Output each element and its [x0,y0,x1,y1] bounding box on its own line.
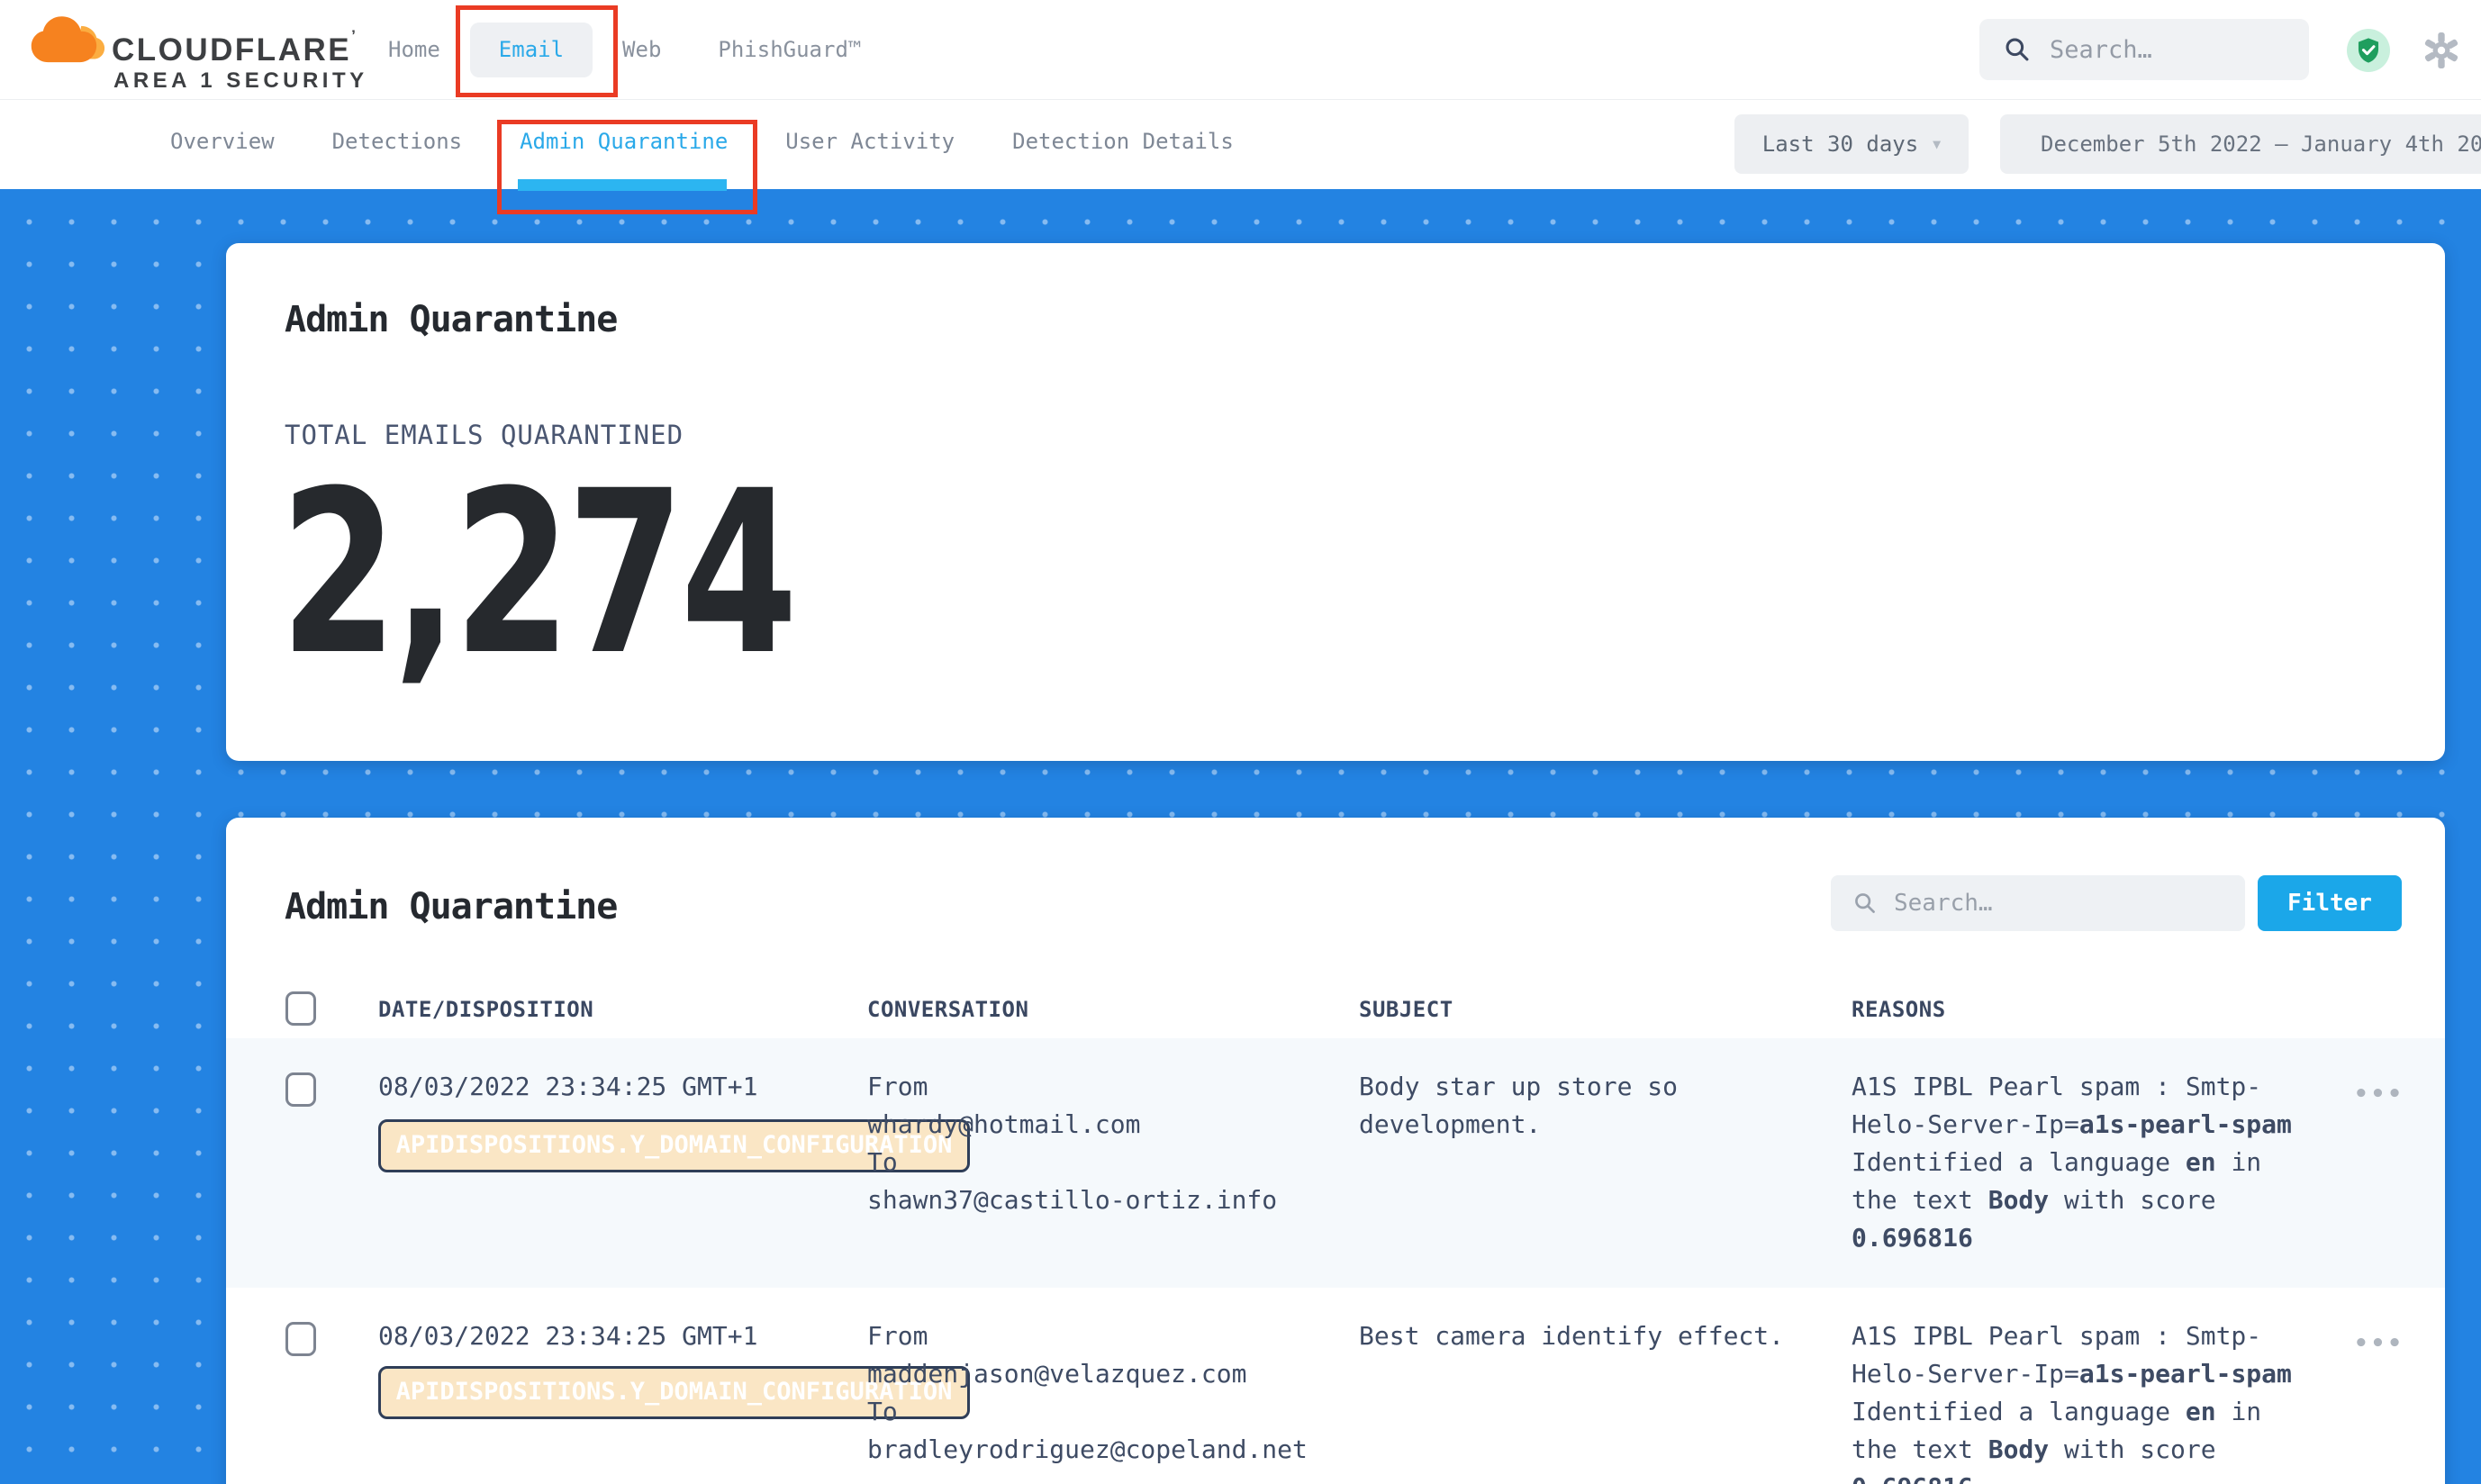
brand-name: CLOUDFLARE’ [112,27,356,68]
subject-text: Body star up store so development. [1359,1068,1814,1144]
from-label: From [867,1068,1359,1106]
reasons-cell: A1S IPBL Pearl spam : Smtp-Helo-Server-I… [1852,1288,2354,1484]
row-actions-button[interactable]: ••• [2354,1081,2404,1108]
header-nav-web[interactable]: Web [622,37,661,62]
period-selector[interactable]: Last 30 days ▼ [1734,114,1969,174]
row-date: 08/03/2022 23:34:25 GMT+1 [378,1068,867,1106]
column-header-conversation: CONVERSATION [867,982,1359,1038]
reason-segment: Identified a language [1852,1147,2186,1177]
tab-overview[interactable]: Overview [170,129,275,154]
date-range-label: December 5th 2022 — January 4th 2023 [2041,131,2481,157]
conversation-cell: Frommaddenjason@velazquez.comTobradleyro… [867,1288,1359,1484]
table-body: 08/03/2022 23:34:25 GMT+1APIDISPOSITIONS… [226,1038,2445,1484]
to-label: To [867,1144,1359,1181]
to-label: To [867,1393,1359,1431]
brand-trademark: ’ [351,27,356,44]
reason-segment: en [2186,1147,2216,1177]
from-address: whardy@hotmail.com [867,1106,1359,1144]
top-header: CLOUDFLARE’ AREA 1 SECURITY Home Email Web… [0,0,2481,100]
table-row[interactable]: 08/03/2022 23:34:25 GMT+1APIDISPOSITIONS… [226,1288,2445,1484]
to-address: shawn37@castillo-ortiz.info [867,1181,1359,1219]
tab-detections[interactable]: Detections [332,129,463,154]
from-label: From [867,1317,1359,1355]
table-search [1831,875,2245,931]
reason-segment: 0.696816 [1852,1223,1973,1253]
header-nav-home[interactable]: Home [388,37,440,62]
row-actions-cell: ••• [2354,1038,2445,1288]
summary-card: Admin Quarantine TOTAL EMAILS QUARANTINE… [226,243,2445,761]
subject-cell: Best camera identify effect. [1359,1288,1852,1484]
to-address: bradleyrodriguez@copeland.net [867,1431,1359,1469]
filter-button[interactable]: Filter [2258,875,2402,931]
summary-card-title: Admin Quarantine [285,299,617,340]
quarantine-table: DATE/DISPOSITION CONVERSATION SUBJECT RE… [226,982,2445,1484]
protection-status-badge[interactable] [2347,29,2390,72]
column-header-date-disposition: DATE/DISPOSITION [378,982,867,1038]
table-row[interactable]: 08/03/2022 23:34:25 GMT+1APIDISPOSITIONS… [226,1038,2445,1288]
search-icon [2003,35,2032,64]
reason-segment: with score [2049,1185,2215,1215]
reason-segment: a1s-pearl-spam [2079,1359,2292,1389]
from-address: maddenjason@velazquez.com [867,1355,1359,1393]
header-nav-email[interactable]: Email [470,23,593,77]
reason-segment: 0.696816 [1852,1472,1973,1484]
conversation-cell: Fromwhardy@hotmail.comToshawn37@castillo… [867,1038,1359,1288]
search-icon [1852,891,1878,916]
reasons-cell: A1S IPBL Pearl spam : Smtp-Helo-Server-I… [1852,1038,2354,1288]
reasons-text: A1S IPBL Pearl spam : Smtp-Helo-Server-I… [1852,1317,2306,1484]
row-actions-cell: ••• [2354,1288,2445,1484]
subject-text: Best camera identify effect. [1359,1317,1814,1355]
table-header-row: DATE/DISPOSITION CONVERSATION SUBJECT RE… [226,982,2445,1038]
column-header-reasons: REASONS [1852,982,2354,1038]
reason-segment: Body [1988,1434,2049,1464]
row-checkbox[interactable] [285,1322,316,1356]
column-header-subject: SUBJECT [1359,982,1852,1038]
settings-gear-icon[interactable] [2422,32,2460,69]
section-tabs: Overview Detections Admin Quarantine User A… [170,129,1234,154]
global-search [1979,19,2309,80]
period-selector-label: Last 30 days [1762,131,1918,157]
reason-segment: Identified a language [1852,1397,2186,1426]
quarantine-table-card: Admin Quarantine Filter DATE/DISPOSITION… [226,818,2445,1484]
subject-cell: Body star up store so development. [1359,1038,1852,1288]
quarantine-card-title: Admin Quarantine [285,886,617,928]
total-quarantined-value: 2,274 [280,461,794,686]
chevron-down-icon: ▼ [1933,136,1941,152]
reason-segment: a1s-pearl-spam [2079,1109,2292,1139]
row-date: 08/03/2022 23:34:25 GMT+1 [378,1317,867,1355]
row-lead-spacer [226,1288,285,1484]
shield-check-icon [2353,35,2384,66]
row-actions-button[interactable]: ••• [2354,1330,2404,1357]
cloudflare-logo-icon [30,14,105,67]
page: CLOUDFLARE’ AREA 1 SECURITY Home Email Web… [0,0,2481,1484]
select-all-checkbox[interactable] [285,991,316,1026]
tab-detection-details[interactable]: Detection Details [1012,129,1234,154]
tab-user-activity[interactable]: User Activity [785,129,955,154]
active-tab-underline [518,179,727,191]
reason-segment: Body [1988,1185,2049,1215]
header-lead-spacer [226,982,285,1038]
header-actions-spacer [2354,982,2445,1038]
table-search-input[interactable] [1892,889,2202,918]
email-section-nav: Overview Detections Admin Quarantine User A… [0,100,2481,189]
header-nav-phishguard[interactable]: PhishGuard™ [718,37,861,62]
date-range-display[interactable]: December 5th 2022 — January 4th 2023 [2000,114,2481,174]
brand-subtitle: AREA 1 SECURITY [113,68,368,94]
reasons-text: A1S IPBL Pearl spam : Smtp-Helo-Server-I… [1852,1068,2306,1257]
row-checkbox-cell [285,1038,378,1288]
row-checkbox-cell [285,1288,378,1484]
global-search-input[interactable] [2048,35,2286,65]
tab-admin-quarantine[interactable]: Admin Quarantine [520,129,728,154]
reason-segment: with score [2049,1434,2215,1464]
row-lead-spacer [226,1038,285,1288]
row-checkbox[interactable] [285,1072,316,1107]
header-nav: Home Email Web PhishGuard™ [388,22,861,77]
reason-segment: en [2186,1397,2216,1426]
